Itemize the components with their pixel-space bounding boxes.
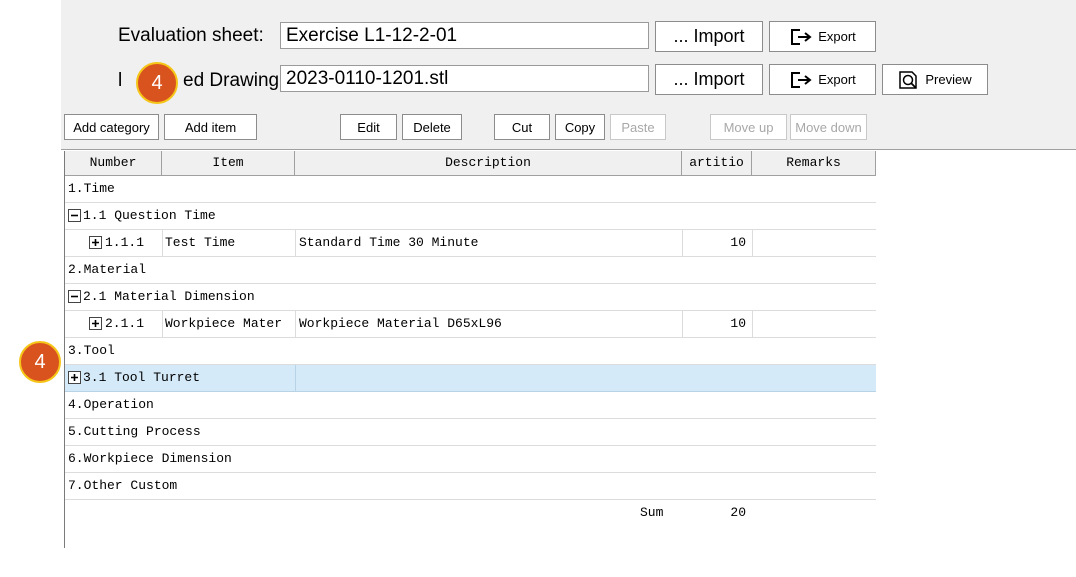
evaluation-import-button[interactable]: ... Import	[655, 21, 763, 52]
preview-button[interactable]: Preview	[882, 64, 988, 95]
table-row[interactable]: 4.Operation	[65, 392, 876, 419]
table-row[interactable]: 7.Other Custom	[65, 473, 876, 500]
expand-toggle-icon[interactable]	[89, 236, 102, 249]
column-header-partition[interactable]: artitio	[682, 151, 752, 175]
add-category-button[interactable]: Add category	[64, 114, 159, 140]
evaluation-sheet-label: Evaluation sheet:	[118, 25, 264, 46]
column-header-item[interactable]: Item	[162, 151, 295, 175]
callout-badge: 4	[19, 341, 61, 383]
row-number: 2.1.1	[105, 316, 145, 331]
export-icon	[791, 28, 812, 45]
drawing-export-button[interactable]: Export	[769, 64, 876, 95]
sum-value: 20	[730, 505, 746, 520]
row-number: 4.Operation	[68, 397, 154, 412]
column-header-remarks[interactable]: Remarks	[752, 151, 876, 175]
column-header-description[interactable]: Description	[295, 151, 682, 175]
preview-label: Preview	[925, 72, 972, 87]
table-row[interactable]: 1.Time	[65, 176, 876, 203]
row-number: 1.1 Question Time	[83, 208, 216, 223]
row-number: 2.Material	[68, 262, 147, 277]
row-divider	[295, 365, 296, 391]
row-number: 1.1.1	[105, 235, 145, 250]
expand-toggle-icon[interactable]	[89, 317, 102, 330]
table-row[interactable]: 5.Cutting Process	[65, 419, 876, 446]
table-row[interactable]: 1.1.1 Test Time Standard Time 30 Minute …	[65, 230, 876, 257]
evaluation-sheet-field[interactable]: Exercise L1-12-2-01	[280, 22, 649, 49]
cut-button[interactable]: Cut	[494, 114, 550, 140]
table-row[interactable]: 1.1 Question Time	[65, 203, 876, 230]
copy-button[interactable]: Copy	[555, 114, 605, 140]
row-number: 1.Time	[68, 181, 115, 196]
row-number: 3.Tool	[68, 343, 115, 358]
table-row-selected[interactable]: 3.1 Tool Turret	[65, 365, 876, 392]
paste-button[interactable]: Paste	[610, 114, 666, 140]
row-description: Workpiece Material D65xL96	[295, 311, 682, 337]
delete-button[interactable]: Delete	[402, 114, 462, 140]
row-number: 2.1 Material Dimension	[83, 289, 255, 304]
collapse-toggle-icon[interactable]	[68, 290, 81, 303]
table-row[interactable]: 3.Tool	[65, 338, 876, 365]
row-partition: 10	[682, 311, 752, 337]
row-number: 3.1 Tool Turret	[83, 370, 201, 385]
export-icon	[791, 71, 812, 88]
callout-badge: 4	[136, 62, 178, 104]
evaluation-table: Number Item Description artitio Remarks …	[64, 151, 877, 548]
row-number: 6.Workpiece Dimension	[68, 451, 232, 466]
drawing-label: ed Drawing:	[183, 70, 285, 91]
row-number: 7.Other Custom	[68, 478, 178, 493]
row-item: Test Time	[162, 230, 295, 256]
table-row[interactable]: 6.Workpiece Dimension	[65, 446, 876, 473]
column-header-number[interactable]: Number	[65, 151, 162, 175]
table-header: Number Item Description artitio Remarks	[65, 151, 876, 176]
expand-toggle-icon[interactable]	[68, 371, 81, 384]
table-row[interactable]: 2.Material	[65, 257, 876, 284]
export-label: Export	[818, 29, 856, 44]
sum-row: Sum 20	[65, 500, 876, 527]
export-label: Export	[818, 72, 856, 87]
row-remarks	[752, 311, 876, 337]
evaluation-export-button[interactable]: Export	[769, 21, 876, 52]
move-up-button[interactable]: Move up	[710, 114, 787, 140]
collapse-toggle-icon[interactable]	[68, 209, 81, 222]
add-item-button[interactable]: Add item	[164, 114, 257, 140]
row-number: 5.Cutting Process	[68, 424, 201, 439]
drawing-field[interactable]: 2023-0110-1201.stl	[280, 65, 649, 92]
table-row[interactable]: 2.1 Material Dimension	[65, 284, 876, 311]
move-down-button[interactable]: Move down	[790, 114, 867, 140]
sum-label: Sum	[640, 505, 664, 520]
row-item: Workpiece Mater	[162, 311, 295, 337]
row-partition: 10	[682, 230, 752, 256]
drawing-label-prefix: l	[118, 70, 123, 91]
row-description: Standard Time 30 Minute	[295, 230, 682, 256]
preview-icon	[899, 70, 918, 89]
edit-button[interactable]: Edit	[340, 114, 397, 140]
table-row[interactable]: 2.1.1 Workpiece Mater Workpiece Material…	[65, 311, 876, 338]
row-remarks	[752, 230, 876, 256]
drawing-import-button[interactable]: ... Import	[655, 64, 763, 95]
